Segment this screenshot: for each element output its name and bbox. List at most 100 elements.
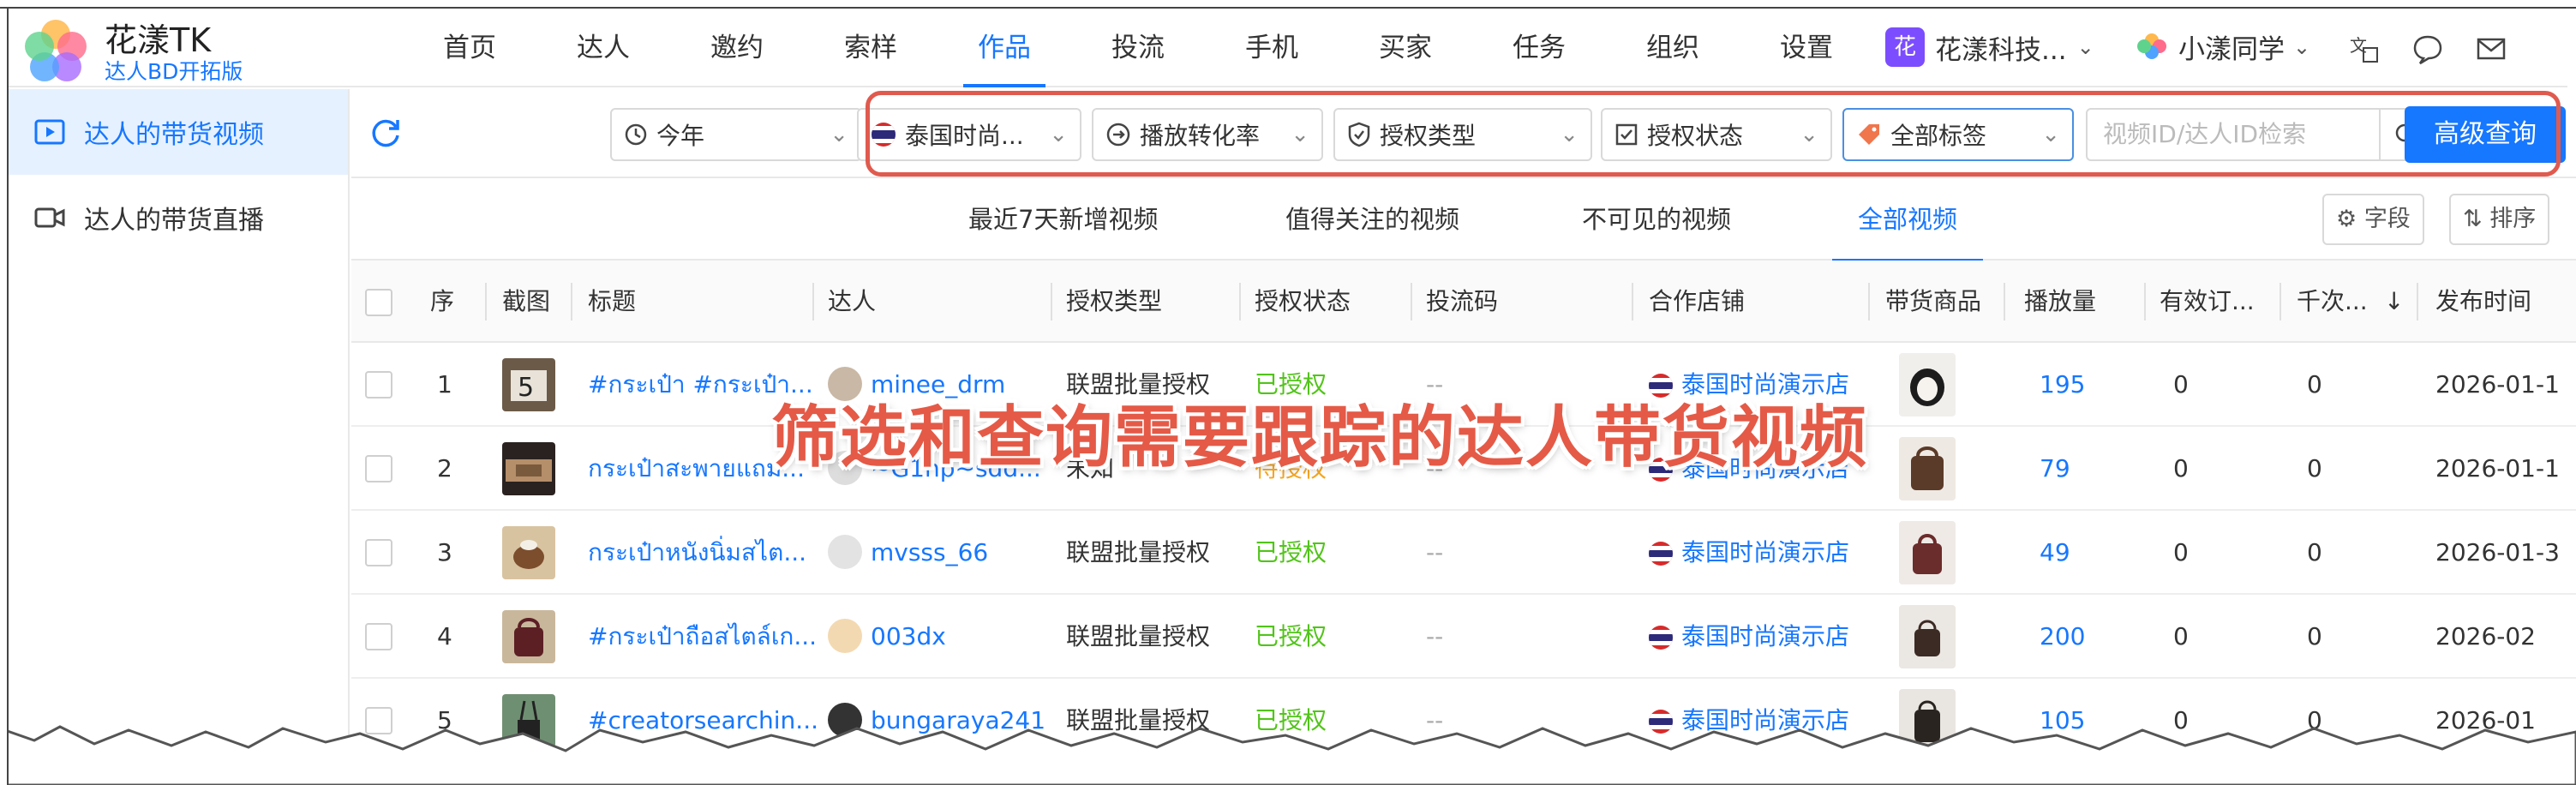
column-divider (2004, 283, 2005, 321)
shop-select[interactable]: 泰国时尚... ⌄ (857, 108, 1081, 161)
nav-item-tasks[interactable]: 任务 (1472, 9, 1606, 87)
translate-icon[interactable]: 文 (2348, 33, 2381, 65)
column-divider (2279, 283, 2281, 321)
row-seq: 1 (437, 370, 452, 398)
row-valid-orders: 0 (2173, 622, 2189, 650)
column-divider (1868, 283, 1870, 321)
row-checkbox[interactable] (365, 623, 392, 650)
time-range-select[interactable]: 今年 ⌄ (610, 108, 862, 161)
sidebar-item-creator-live[interactable]: 达人的带货直播 (9, 175, 348, 261)
row-title-link[interactable]: กระเป๋าหนังนิ่มสไต... (588, 511, 806, 595)
creator-avatar (828, 535, 862, 569)
row-per-thousand: 0 (2307, 454, 2322, 482)
row-plays-link[interactable]: 79 (2040, 427, 2070, 511)
sort-button[interactable]: ⇅ 排序 (2449, 194, 2550, 245)
metric-select[interactable]: 播放转化率 ⌄ (1092, 108, 1323, 161)
nav-item-samples[interactable]: 索样 (804, 9, 938, 87)
video-camera-icon (34, 207, 65, 228)
column-divider (485, 283, 487, 321)
org-switcher[interactable]: 花 花漾科技... ⌄ (1885, 27, 2094, 67)
product-thumbnail[interactable] (1899, 437, 1956, 500)
torn-edge-decoration (0, 725, 2576, 785)
clock-icon (625, 123, 647, 146)
row-auth-status: 已授权 (1255, 622, 1327, 650)
row-seq: 4 (437, 622, 452, 650)
chat-icon[interactable] (2411, 33, 2444, 65)
creator-avatar (828, 619, 862, 653)
row-title-link[interactable]: #กระเป๋าถือสไตล์เก... (588, 595, 817, 679)
app-logo-icon[interactable] (17, 14, 94, 91)
header-tools: 文 (2348, 33, 2507, 65)
col-plays[interactable]: 播放量 (2024, 261, 2096, 343)
nav-item-home[interactable]: 首页 (403, 9, 536, 87)
nav-item-org[interactable]: 组织 (1606, 9, 1740, 87)
col-per-thousand[interactable]: 千次... (2297, 261, 2368, 343)
page-frame-top (0, 0, 2576, 9)
tab-worth-attention[interactable]: 值得关注的视频 (1285, 178, 1459, 261)
advanced-query-button[interactable]: 高级查询 (2405, 106, 2566, 163)
row-creator-link[interactable]: 003dx (871, 595, 946, 679)
sidebar-item-label: 达人的带货直播 (84, 206, 264, 236)
sort-button-label: 排序 (2489, 206, 2537, 232)
table-row[interactable]: 4 #กระเป๋าถือสไตล์เก... 003dx 联盟批量授权 已授权… (351, 595, 2576, 679)
videos-table: 序 截图 标题 达人 授权类型 授权状态 投流码 合作店铺 带货商品 播放量 有… (351, 261, 2576, 763)
row-seq: 2 (437, 454, 452, 482)
refresh-icon[interactable] (368, 117, 403, 151)
nav-item-works[interactable]: 作品 (938, 9, 1071, 87)
column-divider (1239, 283, 1241, 321)
auth-type-select[interactable]: 授权类型 ⌄ (1333, 108, 1592, 161)
sort-desc-icon[interactable]: ↓ (2384, 261, 2404, 343)
col-published[interactable]: 发布时间 (2435, 261, 2531, 343)
fields-button-label: 字段 (2363, 206, 2411, 232)
row-published: 2026-01-1 (2435, 370, 2560, 398)
chevron-down-icon: ⌄ (1291, 122, 1309, 147)
row-shop-link[interactable]: 泰国时尚演示店 (1681, 595, 1849, 679)
tab-recent-7-days[interactable]: 最近7天新增视频 (968, 178, 1158, 261)
main-menu: 首页 达人 邀约 索样 作品 投流 手机 买家 任务 组织 设置 (403, 9, 1873, 87)
nav-item-creators[interactable]: 达人 (536, 9, 670, 87)
row-plays-link[interactable]: 195 (2040, 343, 2085, 427)
video-thumbnail[interactable] (502, 610, 555, 663)
tab-invisible[interactable]: 不可见的视频 (1582, 178, 1731, 261)
product-thumbnail[interactable] (1899, 521, 1956, 584)
chevron-down-icon: ⌄ (2293, 34, 2311, 59)
table-row[interactable]: 3 กระเป๋าหนังนิ่มสไต... mvsss_66 联盟批量授权 … (351, 511, 2576, 595)
row-per-thousand: 0 (2307, 538, 2322, 566)
row-published: 2026-01-3 (2435, 538, 2560, 566)
nav-item-phones[interactable]: 手机 (1205, 9, 1339, 87)
row-checkbox[interactable] (365, 371, 392, 398)
row-published: 2026-02 (2435, 622, 2536, 650)
fields-button[interactable]: ⚙ 字段 (2322, 194, 2424, 245)
row-checkbox[interactable] (365, 539, 392, 566)
select-all-checkbox[interactable] (365, 289, 392, 316)
mail-icon[interactable] (2475, 33, 2507, 65)
tags-select[interactable]: 全部标签 ⌄ (1842, 108, 2074, 161)
row-checkbox[interactable] (365, 455, 392, 482)
col-screenshot: 截图 (502, 287, 551, 315)
row-valid-orders: 0 (2173, 370, 2189, 398)
column-divider (2144, 283, 2146, 321)
row-plays-link[interactable]: 200 (2040, 595, 2085, 679)
row-shop-link[interactable]: 泰国时尚演示店 (1681, 511, 1849, 595)
nav-item-ads[interactable]: 投流 (1071, 9, 1205, 87)
auth-status-select[interactable]: 授权状态 ⌄ (1601, 108, 1832, 161)
row-plays-link[interactable]: 49 (2040, 511, 2070, 595)
row-creator-link[interactable]: mvsss_66 (871, 511, 988, 595)
col-valid-orders[interactable]: 有效订... (2160, 261, 2255, 343)
sidebar-item-creator-videos[interactable]: 达人的带货视频 (9, 89, 348, 175)
video-thumbnail[interactable] (502, 526, 555, 579)
product-thumbnail[interactable] (1899, 353, 1956, 416)
product-thumbnail[interactable] (1899, 605, 1956, 668)
nav-item-buyers[interactable]: 买家 (1339, 9, 1472, 87)
tab-all-videos[interactable]: 全部视频 (1831, 178, 1984, 262)
thailand-flag-icon (872, 123, 896, 147)
nav-item-invites[interactable]: 邀约 (670, 9, 804, 87)
video-thumbnail[interactable]: 5 (502, 358, 555, 411)
col-product: 带货商品 (1885, 287, 1982, 315)
nav-item-settings[interactable]: 设置 (1740, 9, 1873, 87)
col-creator: 达人 (828, 287, 877, 315)
video-thumbnail[interactable] (502, 442, 555, 495)
user-menu[interactable]: 小漾同学 ⌄ (2134, 27, 2310, 66)
chevron-down-icon: ⌄ (1049, 122, 1068, 147)
search-input[interactable]: 视频ID/达人ID检索 (2086, 108, 2381, 161)
